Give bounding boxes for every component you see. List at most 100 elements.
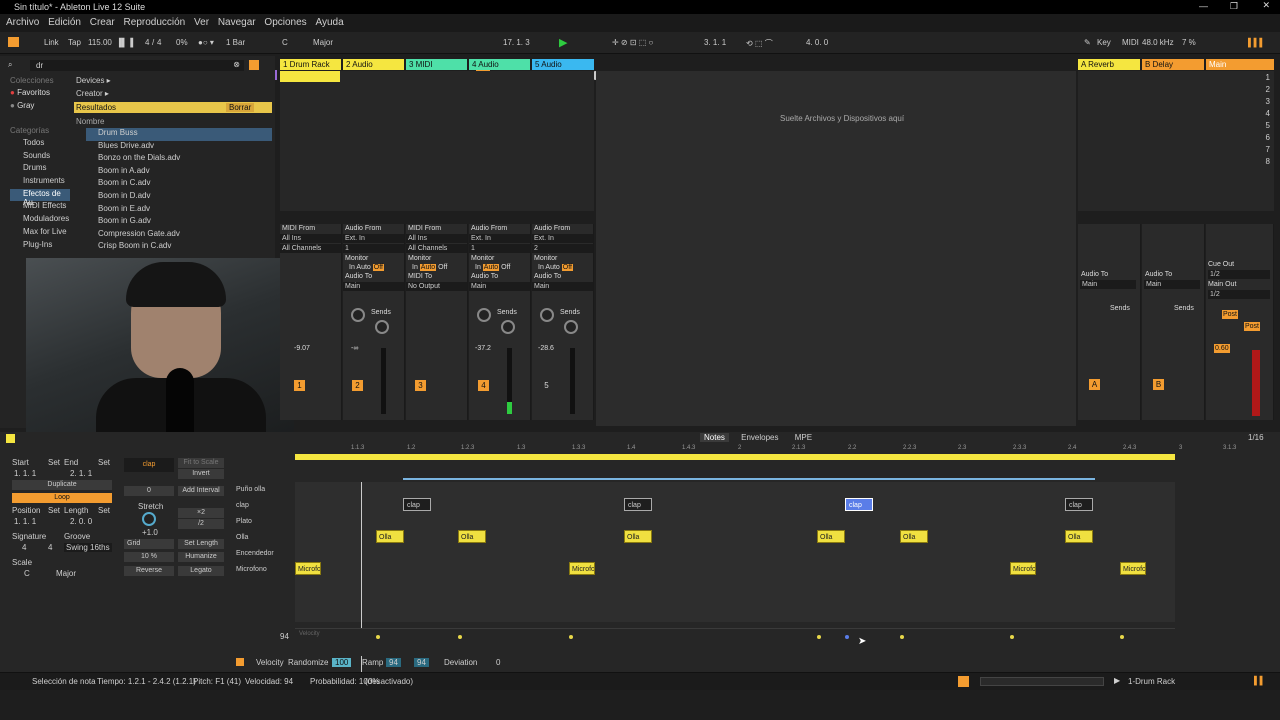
row-label-microfono[interactable]: Microfono xyxy=(236,566,267,573)
scene-number[interactable]: 3 xyxy=(1266,97,1270,106)
set-end-button[interactable]: Set xyxy=(98,458,110,467)
deviation-value[interactable]: 0 xyxy=(496,658,500,667)
tempo-field[interactable]: 115.00 xyxy=(88,38,112,47)
scene-number[interactable]: 4 xyxy=(1266,109,1270,118)
scale-select[interactable]: Major xyxy=(313,38,333,47)
groove-select[interactable]: Swing 16ths xyxy=(64,543,112,552)
return-header[interactable]: A Reverb xyxy=(1078,59,1140,70)
channel-select[interactable]: 1 xyxy=(343,244,404,253)
category-midi-effects[interactable]: MIDI Effects xyxy=(10,201,70,214)
grid-value[interactable]: 1/16 xyxy=(1248,433,1264,442)
main-header[interactable]: Main xyxy=(1206,59,1274,70)
grid-select[interactable]: Grid xyxy=(124,539,174,549)
monitor-auto[interactable]: Auto xyxy=(545,264,559,271)
randomize-value[interactable]: 100 xyxy=(332,658,352,667)
category-plugins[interactable]: Plug-Ins xyxy=(10,240,70,253)
ruler[interactable]: 1.1.3 1.2 1.2.3 1.3 1.3.3 1.4 1.4.3 2 2.… xyxy=(295,445,1255,454)
input-select[interactable]: Ext. In xyxy=(343,234,404,243)
row-label-olla[interactable]: Olla xyxy=(236,534,248,541)
return-activator[interactable]: B xyxy=(1153,379,1164,390)
monitor-auto[interactable]: Auto xyxy=(419,264,437,271)
row-label-puno-olla[interactable]: Puño olla xyxy=(236,486,265,493)
input-select[interactable]: All Ins xyxy=(406,234,467,243)
scale-name-select[interactable]: Major xyxy=(56,569,76,578)
monitor-buttons[interactable]: In Auto Off xyxy=(532,263,593,272)
clip-name-field[interactable]: clap xyxy=(124,458,174,472)
monitor-in[interactable]: In xyxy=(349,264,355,271)
link-button[interactable]: Link xyxy=(44,38,59,47)
end-field[interactable]: 2. 1. 1 xyxy=(70,469,92,478)
note-olla[interactable]: Olla xyxy=(458,530,486,543)
output-select[interactable]: Main xyxy=(1144,280,1200,289)
return-activator[interactable]: A xyxy=(1089,379,1100,390)
send-a-knob[interactable] xyxy=(351,308,365,322)
legato-button[interactable]: Legato xyxy=(178,566,224,576)
monitor-buttons[interactable]: In Auto Off xyxy=(343,263,404,272)
menu-navegar[interactable]: Navegar xyxy=(218,14,256,32)
duplicate-button[interactable]: Duplicate xyxy=(12,480,112,490)
loop-toggle-icon[interactable]: ⟲ ⬚ ⌒ xyxy=(746,38,773,49)
drop-area[interactable]: Suelte Archivos y Dispositivos aquí xyxy=(596,71,1076,426)
category-todos[interactable]: Todos xyxy=(10,138,70,151)
note-clap-selected[interactable]: clap xyxy=(845,498,873,511)
note-olla[interactable]: Olla xyxy=(624,530,652,543)
monitor-in[interactable]: In xyxy=(475,264,481,271)
channel-select[interactable]: All Channels xyxy=(280,244,341,253)
channel-select[interactable]: All Channels xyxy=(406,244,467,253)
track-header[interactable]: 1 Drum Rack xyxy=(280,59,341,70)
time-sig-num[interactable]: 4 xyxy=(145,38,149,47)
velocity-marker[interactable] xyxy=(1010,635,1014,639)
menu-reproduccion[interactable]: Reproducción xyxy=(124,14,186,32)
output-select[interactable]: Main xyxy=(343,282,404,291)
main-volume[interactable]: 0.60 xyxy=(1214,344,1230,353)
play-icon[interactable]: ▶ xyxy=(559,36,567,49)
clip-activator-icon[interactable] xyxy=(6,434,15,443)
list-item[interactable]: Blues Drive.adv xyxy=(86,141,272,154)
play-icon-small[interactable]: ▶ xyxy=(1114,676,1120,685)
volume-readout[interactable]: -28.6 xyxy=(538,344,554,353)
velocity-marker[interactable] xyxy=(569,635,573,639)
list-item[interactable]: Drum Buss xyxy=(86,128,272,141)
overview-toggle-icon[interactable] xyxy=(958,676,969,687)
velocity-marker-selected[interactable] xyxy=(845,635,849,639)
minimize-icon[interactable]: — xyxy=(1199,1,1208,11)
interval-field[interactable]: 0 xyxy=(124,486,174,496)
track-header[interactable]: 3 MIDI xyxy=(406,59,467,70)
overview-bar[interactable] xyxy=(980,677,1104,686)
tab-mpe[interactable]: MPE xyxy=(791,433,816,442)
restore-icon[interactable]: ❐ xyxy=(1230,1,1238,12)
velocity-marker[interactable] xyxy=(900,635,904,639)
tap-button[interactable]: Tap xyxy=(68,38,81,47)
key-select[interactable]: C xyxy=(282,38,288,47)
monitor-in[interactable]: In xyxy=(538,264,544,271)
velocity-lane[interactable]: Velocity xyxy=(295,628,1175,656)
note-microfono[interactable]: Microfono xyxy=(569,562,595,575)
output-select[interactable]: Main xyxy=(469,282,530,291)
monitor-in[interactable]: In xyxy=(412,264,418,271)
set-length-btn[interactable]: Set xyxy=(98,506,110,515)
automation-tools-icon[interactable]: ✛ ⊘ ⊡ ⬚ ○ xyxy=(612,38,653,47)
set-position-button[interactable]: Set xyxy=(48,506,60,515)
draw-mode-icon[interactable]: ✎ xyxy=(1084,38,1091,47)
note-olla[interactable]: Olla xyxy=(900,530,928,543)
note-clap[interactable]: clap xyxy=(624,498,652,511)
menu-ayuda[interactable]: Ayuda xyxy=(315,14,343,32)
channel-select[interactable]: 2 xyxy=(532,244,593,253)
scale-key-select[interactable]: C xyxy=(24,569,30,578)
browser-toggle-icon[interactable] xyxy=(8,37,19,47)
scene-number[interactable]: 1 xyxy=(1266,73,1270,82)
row-label-plato[interactable]: Plato xyxy=(236,518,252,525)
channel-select[interactable]: 1 xyxy=(469,244,530,253)
note-olla[interactable]: Olla xyxy=(1065,530,1093,543)
loop-brace[interactable] xyxy=(295,454,1175,460)
time-sig-den[interactable]: 4 xyxy=(157,38,161,47)
browser-filter-icon[interactable] xyxy=(249,60,259,70)
note-clap[interactable]: clap xyxy=(403,498,431,511)
category-max-for-live[interactable]: Max for Live xyxy=(10,227,70,240)
track-header[interactable]: 5 Audio xyxy=(532,59,594,70)
list-item[interactable]: Compression Gate.adv xyxy=(86,229,272,242)
reverse-button[interactable]: Reverse xyxy=(124,566,174,576)
velocity-marker[interactable] xyxy=(1120,635,1124,639)
note-olla[interactable]: Olla xyxy=(817,530,845,543)
main-out-select[interactable]: 1/2 xyxy=(1208,290,1270,299)
